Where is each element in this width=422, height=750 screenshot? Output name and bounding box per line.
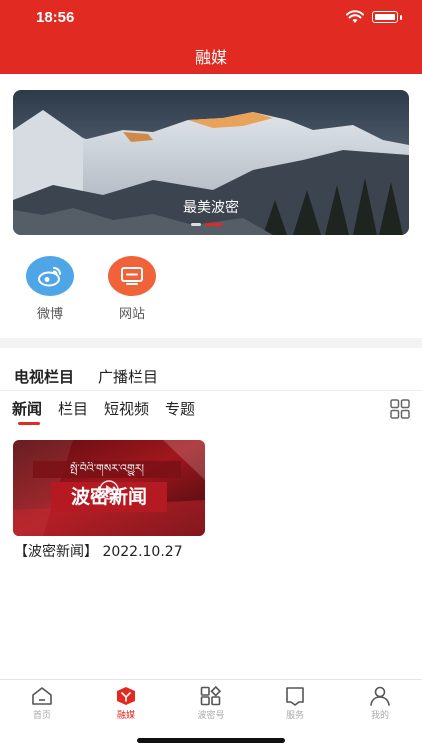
wifi-icon bbox=[346, 10, 364, 23]
thumbnail-title: 波密新闻 bbox=[70, 486, 147, 508]
weibo-shortcut[interactable]: 微博 bbox=[15, 256, 85, 322]
tab-tv-columns[interactable]: 电视栏目 bbox=[14, 366, 74, 387]
tab-services[interactable]: 服务 bbox=[265, 686, 325, 721]
news-thumbnail[interactable]: སྤོ་བོའི་གསར་འགྱུར། 波密新闻 bbox=[13, 440, 205, 536]
sub-tab-news[interactable]: 新闻 bbox=[12, 398, 42, 419]
website-label: 网站 bbox=[118, 307, 145, 322]
sub-tab-short-video[interactable]: 短视频 bbox=[104, 398, 149, 419]
home-icon bbox=[32, 687, 52, 705]
sub-tabs: 新闻 栏目 短视频 专题 bbox=[12, 398, 195, 419]
media-icon bbox=[117, 687, 135, 705]
home-indicator[interactable] bbox=[137, 738, 285, 743]
tab-bomi-account[interactable]: 波密号 bbox=[181, 686, 241, 721]
tab-media-label: 融媒 bbox=[116, 711, 135, 721]
sub-tab-programs[interactable]: 栏目 bbox=[58, 398, 88, 419]
user-icon bbox=[370, 686, 390, 706]
tab-media[interactable]: 融媒 bbox=[96, 686, 156, 721]
shortcut-row: 微博 网站 bbox=[0, 256, 422, 326]
thumbnail-tibetan: སྤོ་བོའི་གསར་འགྱུར། bbox=[70, 462, 144, 475]
sub-tab-topics[interactable]: 专题 bbox=[165, 398, 195, 419]
battery-icon bbox=[372, 11, 398, 23]
status-icons bbox=[346, 10, 402, 24]
bookmark-icon bbox=[286, 687, 304, 706]
grid-view-icon[interactable] bbox=[390, 399, 410, 419]
page-title: 融媒 bbox=[194, 48, 227, 67]
column-tabs: 电视栏目 广播栏目 bbox=[14, 366, 158, 387]
battery-cap bbox=[400, 14, 402, 20]
tab-services-label: 服务 bbox=[285, 711, 304, 721]
weibo-icon bbox=[26, 256, 74, 296]
banner-dot-active[interactable] bbox=[205, 223, 223, 226]
banner-dot[interactable] bbox=[191, 223, 201, 226]
banner-pagination[interactable] bbox=[191, 223, 223, 226]
monitor-icon bbox=[108, 256, 156, 296]
banner-caption: 最美波密 bbox=[183, 200, 239, 216]
status-time: 18:56 bbox=[36, 9, 75, 26]
tab-home[interactable]: 首页 bbox=[12, 686, 72, 721]
active-tab-indicator bbox=[18, 422, 40, 425]
tab-home-label: 首页 bbox=[32, 711, 51, 721]
tabs-divider bbox=[0, 390, 422, 391]
tab-bomi-account-label: 波密号 bbox=[197, 711, 225, 721]
tab-radio-columns[interactable]: 广播栏目 bbox=[98, 366, 158, 387]
news-title[interactable]: 【波密新闻】 2022.10.27 bbox=[14, 541, 183, 561]
app-header: 18:56 融媒 bbox=[0, 0, 422, 74]
weibo-label: 微博 bbox=[36, 307, 63, 322]
apps-icon bbox=[200, 686, 222, 706]
website-shortcut[interactable]: 网站 bbox=[97, 256, 167, 322]
tab-profile-label: 我的 bbox=[370, 711, 389, 721]
tab-profile[interactable]: 我的 bbox=[350, 686, 410, 721]
section-divider bbox=[0, 338, 422, 348]
